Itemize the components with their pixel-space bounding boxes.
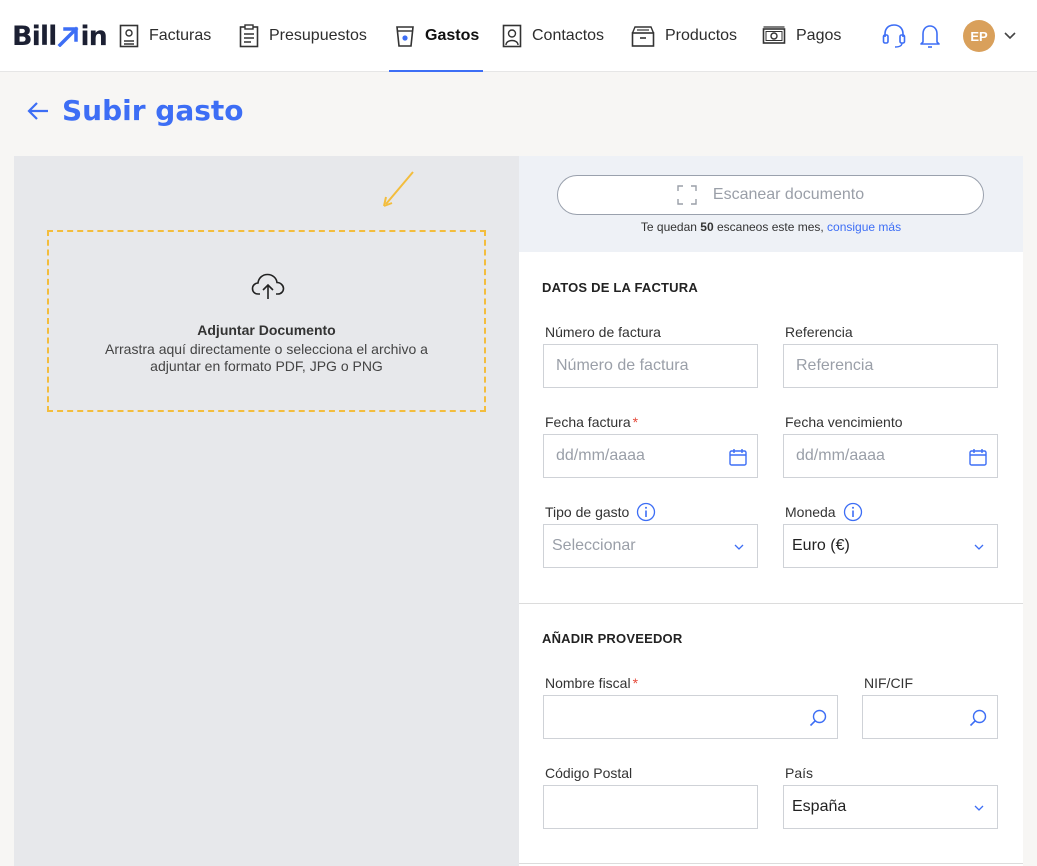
country-label: País bbox=[785, 765, 813, 781]
nav-item-presupuestos[interactable]: Presupuestos bbox=[239, 0, 367, 72]
nav-label-contactos: Contactos bbox=[532, 27, 605, 44]
bell-icon[interactable] bbox=[917, 22, 943, 50]
scan-document-button[interactable]: Escanear documento bbox=[557, 175, 984, 215]
nav-item-facturas[interactable]: Facturas bbox=[119, 0, 211, 72]
nav-label-gastos: Gastos bbox=[425, 27, 480, 44]
currency-label: Moneda bbox=[785, 502, 863, 522]
due-date-placeholder: dd/mm/aaaa bbox=[796, 447, 885, 464]
invoice-date-label-text: Fecha factura bbox=[545, 414, 631, 430]
invoice-date-label: Fecha factura * bbox=[545, 414, 638, 430]
info-icon[interactable] bbox=[636, 502, 656, 522]
chevron-down-icon bbox=[974, 805, 984, 811]
nav-item-contactos[interactable]: Contactos bbox=[502, 0, 604, 72]
hint-arrow-icon bbox=[383, 171, 414, 207]
nav-item-productos[interactable]: Productos bbox=[631, 0, 737, 72]
chevron-down-icon[interactable] bbox=[1003, 28, 1017, 42]
currency-label-text: Moneda bbox=[785, 504, 836, 520]
reference-input[interactable]: Referencia bbox=[783, 344, 998, 388]
section-divider bbox=[519, 863, 1023, 864]
page-title: Subir gasto bbox=[62, 94, 244, 127]
cloud-upload-icon bbox=[251, 273, 285, 299]
due-date-label: Fecha vencimiento bbox=[785, 414, 903, 430]
invoice-section-title: DATOS DE LA FACTURA bbox=[542, 280, 698, 295]
nav-item-gastos[interactable]: Gastos bbox=[388, 0, 484, 72]
calendar-icon[interactable] bbox=[968, 447, 988, 467]
country-label-text: País bbox=[785, 765, 814, 781]
reference-label-text: Referencia bbox=[785, 324, 853, 340]
nav-label-presupuestos: Presupuestos bbox=[269, 27, 367, 44]
calendar-icon[interactable] bbox=[728, 447, 748, 467]
box-icon bbox=[631, 26, 655, 47]
reference-placeholder: Referencia bbox=[796, 357, 874, 374]
nif-label: NIF/CIF bbox=[864, 675, 913, 691]
scan-count: 50 bbox=[700, 220, 714, 234]
invoice-date-placeholder: dd/mm/aaaa bbox=[556, 447, 645, 464]
scan-button-label: Escanear documento bbox=[712, 186, 865, 203]
logo-arrow-icon bbox=[57, 26, 79, 47]
clipboard-icon bbox=[239, 24, 259, 48]
section-divider bbox=[519, 603, 1023, 604]
postal-code-label-text: Código Postal bbox=[545, 765, 633, 781]
reference-label: Referencia bbox=[785, 324, 853, 340]
fiscal-name-label-text: Nombre fiscal bbox=[545, 675, 631, 691]
expense-type-label-text: Tipo de gasto bbox=[545, 504, 630, 520]
postal-code-label: Código Postal bbox=[545, 765, 632, 781]
logo-text-left: Bill bbox=[12, 20, 57, 52]
logo-text-right: in bbox=[80, 20, 108, 52]
supplier-section-title: AÑADIR PROVEEDOR bbox=[542, 631, 683, 646]
required-mark: * bbox=[632, 675, 639, 691]
info-icon[interactable] bbox=[843, 502, 863, 522]
country-value: España bbox=[792, 798, 847, 815]
nav-label-productos: Productos bbox=[665, 27, 738, 44]
nif-input[interactable] bbox=[862, 695, 998, 739]
upload-dropzone[interactable]: Adjuntar Documento Arrastra aquí directa… bbox=[47, 230, 486, 412]
nav-label-pagos: Pagos bbox=[796, 27, 842, 44]
scan-frame-icon bbox=[677, 185, 697, 205]
get-more-scans-link[interactable]: consigue más bbox=[827, 220, 901, 234]
search-icon[interactable] bbox=[808, 708, 828, 728]
cup-icon bbox=[396, 26, 414, 47]
postal-code-input[interactable] bbox=[543, 785, 758, 829]
scan-info-suffix: escaneos este mes, bbox=[713, 220, 828, 234]
top-navbar: Bill in Facturas Presupuestos Gastos Con… bbox=[0, 0, 1037, 72]
fiscal-name-input[interactable] bbox=[543, 695, 838, 739]
back-arrow-icon[interactable] bbox=[26, 99, 50, 123]
scan-quota-text: Te quedan 50 escaneos este mes, consigue… bbox=[519, 220, 1023, 234]
expense-type-placeholder: Seleccionar bbox=[552, 537, 636, 554]
required-mark: * bbox=[632, 414, 639, 430]
chevron-down-icon bbox=[734, 544, 744, 550]
nif-label-text: NIF/CIF bbox=[864, 675, 913, 691]
currency-select[interactable]: Euro (€) bbox=[783, 524, 998, 568]
nav-item-pagos[interactable]: Pagos bbox=[762, 0, 841, 72]
money-icon bbox=[762, 26, 786, 44]
upload-description: Arrastra aquí directamente o selecciona … bbox=[105, 341, 428, 374]
invoice-number-label-text: Número de factura bbox=[545, 324, 661, 340]
invoice-number-label: Número de factura bbox=[545, 324, 661, 340]
invoice-icon bbox=[119, 24, 139, 48]
invoice-number-input[interactable]: Número de factura bbox=[543, 344, 758, 388]
country-select[interactable]: España bbox=[783, 785, 998, 829]
currency-value: Euro (€) bbox=[792, 537, 850, 554]
due-date-input[interactable]: dd/mm/aaaa bbox=[783, 434, 998, 478]
contact-icon bbox=[502, 24, 522, 48]
upload-title: Adjuntar Documento bbox=[197, 322, 336, 338]
chevron-down-icon bbox=[974, 544, 984, 550]
expense-type-label: Tipo de gasto bbox=[545, 502, 656, 522]
fiscal-name-label: Nombre fiscal * bbox=[545, 675, 638, 691]
scan-info-prefix: Te quedan bbox=[640, 220, 701, 234]
due-date-label-text: Fecha vencimiento bbox=[785, 414, 903, 430]
search-icon[interactable] bbox=[968, 708, 988, 728]
expense-type-select[interactable]: Seleccionar bbox=[543, 524, 758, 568]
user-avatar[interactable]: EP bbox=[963, 20, 995, 52]
headset-icon[interactable] bbox=[881, 22, 907, 50]
invoice-number-placeholder: Número de factura bbox=[556, 357, 689, 374]
billin-logo[interactable]: Bill in bbox=[12, 20, 108, 52]
nav-label-facturas: Facturas bbox=[149, 27, 212, 44]
invoice-date-input[interactable]: dd/mm/aaaa bbox=[543, 434, 758, 478]
